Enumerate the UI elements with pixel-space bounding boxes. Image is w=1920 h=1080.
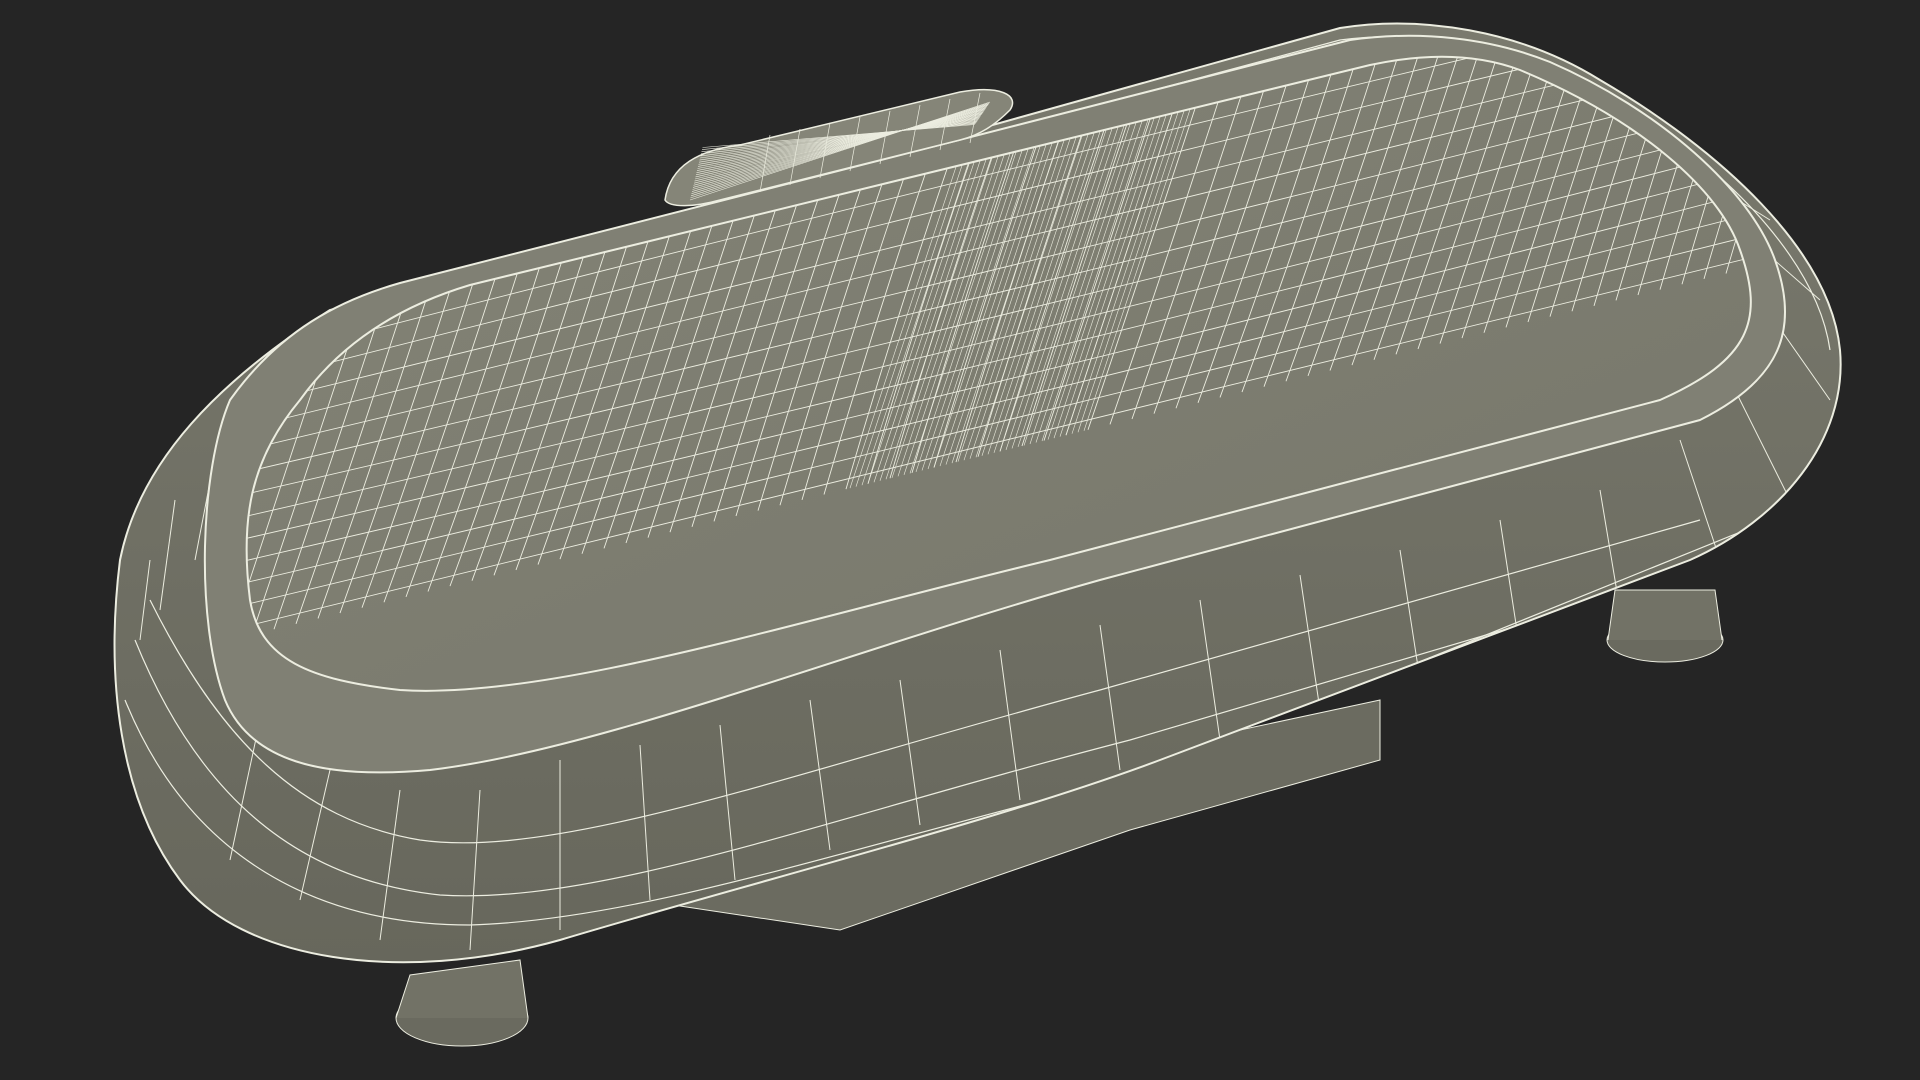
wireframe-render [113, 0, 1920, 1047]
rubber-foot-back [1606, 589, 1724, 663]
wire-edge [1770, 0, 1920, 263]
render-viewport [0, 0, 1920, 1080]
rubber-foot-front [395, 959, 529, 1047]
